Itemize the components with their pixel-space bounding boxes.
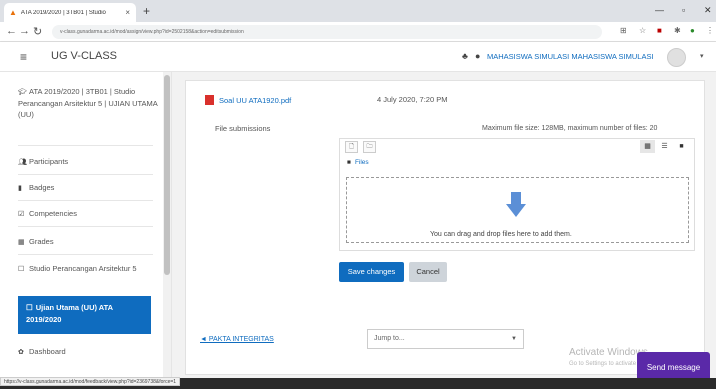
back-icon[interactable]: ← bbox=[6, 25, 17, 37]
star-icon[interactable]: ☆ bbox=[639, 26, 646, 35]
sidebar-item-competencies[interactable]: ☑ Competencies bbox=[18, 208, 160, 220]
check-square-icon: ☑ bbox=[18, 211, 25, 218]
bell-icon[interactable]: ♣ bbox=[462, 51, 468, 61]
close-tab-icon[interactable]: × bbox=[125, 8, 130, 17]
profile-icon[interactable]: ● bbox=[690, 26, 695, 35]
folder-icon: ☐ bbox=[18, 266, 25, 273]
list-view-icon[interactable]: ☰ bbox=[657, 140, 672, 153]
divider bbox=[18, 145, 153, 146]
graduation-cap-icon: 🎓︎ bbox=[18, 89, 27, 96]
divider bbox=[18, 254, 153, 255]
sidebar-item-badges[interactable]: ▮ Badges bbox=[18, 182, 160, 194]
file-submissions-label: File submissions bbox=[215, 124, 271, 133]
sidebar-item-studio[interactable]: ☐ Studio Perancangan Arsitektur 5 bbox=[18, 263, 160, 275]
hamburger-icon[interactable]: ≡ bbox=[20, 50, 27, 64]
file-date: 4 July 2020, 7:20 PM bbox=[377, 95, 448, 104]
sidebar-item-dashboard[interactable]: ✿ Dashboard bbox=[18, 346, 160, 358]
new-tab-button[interactable]: + bbox=[143, 4, 150, 18]
extension-icon[interactable]: ■ bbox=[657, 26, 662, 35]
jump-to-select[interactable]: Jump to... bbox=[367, 329, 524, 349]
sidebar-course-title[interactable]: 🎓︎ ATA 2019/2020 | 3TB01 | Studio Peranca… bbox=[18, 86, 160, 120]
divider bbox=[18, 200, 153, 201]
site-header: ≡ UG V-CLASS ♣ ● MAHASISWA SIMULASI MAHA… bbox=[0, 42, 716, 72]
drop-zone-text: You can drag and drop files here to add … bbox=[430, 231, 572, 238]
url-field[interactable]: v-class.gunadarma.ac.id/mod/assign/view.… bbox=[52, 25, 602, 39]
tab-title: ATA 2019/2020 | 3TB01 | Studio bbox=[20, 9, 106, 16]
table-icon: ▦ bbox=[18, 239, 25, 246]
user-name[interactable]: MAHASISWA SIMULASI MAHASISWA SIMULASI bbox=[487, 52, 654, 61]
grid-view-icon[interactable]: ▦ bbox=[640, 140, 655, 153]
site-name[interactable]: UG V-CLASS bbox=[51, 50, 117, 62]
drop-arrow-icon bbox=[506, 192, 526, 217]
divider bbox=[18, 174, 153, 175]
chat-icon[interactable]: ● bbox=[475, 51, 480, 61]
pdf-file-link[interactable]: Soal UU ATA1920.pdf bbox=[205, 95, 291, 105]
translate-icon[interactable]: ⊞ bbox=[620, 26, 627, 35]
tree-view-icon[interactable]: ■ bbox=[674, 140, 689, 153]
prev-activity-link[interactable]: ◄ PAKTA INTEGRITAS bbox=[200, 336, 274, 343]
max-file-size-text: Maximum file size: 128MB, maximum number… bbox=[482, 125, 658, 132]
browser-tabstrip: ▲ ATA 2019/2020 | 3TB01 | Studio × + — ▫… bbox=[0, 0, 716, 22]
create-folder-icon[interactable]: 🗀︎ bbox=[363, 141, 376, 153]
add-file-icon[interactable]: 🗋︎ bbox=[345, 141, 358, 153]
folder-path[interactable]: ■ Files bbox=[347, 159, 369, 166]
address-bar-row: ← → ↻ v-class.gunadarma.ac.id/mod/assign… bbox=[0, 22, 716, 42]
sidebar-item-participants[interactable]: 👥︎ Participants bbox=[18, 156, 160, 168]
browser-tab[interactable]: ▲ ATA 2019/2020 | 3TB01 | Studio × bbox=[4, 3, 136, 22]
folder-icon: ☐ bbox=[26, 303, 33, 312]
chevron-down-icon: ▼ bbox=[511, 336, 517, 342]
close-window-icon[interactable]: ✕ bbox=[704, 5, 712, 16]
sidebar-scrollbar-thumb[interactable] bbox=[164, 75, 170, 275]
divider bbox=[18, 226, 153, 227]
maximize-icon[interactable]: ▫ bbox=[682, 5, 685, 15]
sidebar-item-ujian-utama[interactable]: ☐ Ujian Utama (UU) ATA 2019/2020 bbox=[18, 296, 151, 334]
sidebar-item-grades[interactable]: ▦ Grades bbox=[18, 236, 160, 248]
minimize-icon[interactable]: — bbox=[655, 5, 664, 15]
save-changes-button[interactable]: Save changes bbox=[339, 262, 404, 282]
dashboard-icon: ✿ bbox=[18, 349, 24, 356]
chevron-down-icon[interactable]: ▾ bbox=[700, 52, 704, 60]
badge-icon: ▮ bbox=[18, 185, 22, 192]
menu-icon[interactable]: ⋮ bbox=[706, 26, 714, 35]
status-url: https://v-class.gunadarma.ac.id/mod/feed… bbox=[0, 377, 181, 386]
avatar[interactable] bbox=[667, 48, 686, 67]
forward-icon[interactable]: → bbox=[19, 25, 30, 37]
extensions-icon[interactable]: ✱ bbox=[674, 26, 681, 35]
moodle-favicon-icon: ▲ bbox=[9, 8, 17, 17]
reload-icon[interactable]: ↻ bbox=[33, 25, 42, 38]
pdf-icon bbox=[205, 95, 214, 105]
cancel-button[interactable]: Cancel bbox=[409, 262, 447, 282]
folder-icon: ■ bbox=[347, 159, 351, 166]
users-icon: 👥︎ bbox=[18, 159, 27, 166]
